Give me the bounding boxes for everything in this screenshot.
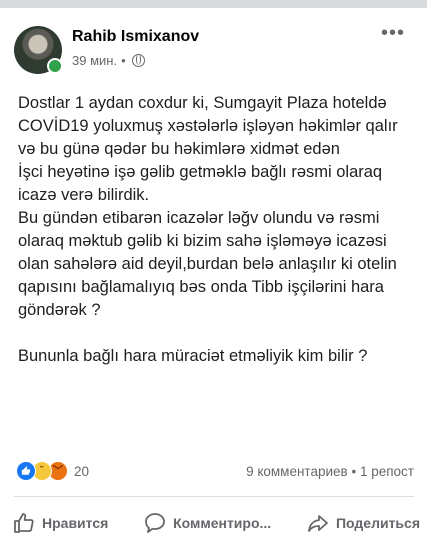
- author-name[interactable]: Rahib Ismixanov: [72, 28, 199, 46]
- like-label: Нравится: [42, 515, 109, 531]
- thumbs-up-icon: [12, 511, 36, 535]
- share-button[interactable]: Поделиться: [306, 511, 420, 535]
- top-strip: [0, 0, 427, 8]
- comment-icon: [143, 511, 167, 535]
- post-paragraph: İşci heyətinə işə gəlib getməklə bağlı r…: [18, 163, 383, 204]
- post-stats: ˘ ﹀ 20 9 комментариев • 1 репост: [16, 460, 414, 482]
- more-options-icon[interactable]: •••: [381, 23, 405, 43]
- comments-count[interactable]: 9 комментариев: [246, 464, 348, 479]
- like-reaction-icon: [16, 461, 36, 481]
- post-header: Rahib Ismixanov 39 мин. • •••: [0, 8, 427, 80]
- post-meta: 39 мин. •: [72, 53, 145, 68]
- like-button[interactable]: Нравится: [12, 511, 108, 535]
- post-paragraph: Bununla bağlı hara müraciət etməliyik ki…: [18, 347, 368, 365]
- online-status-icon: [47, 58, 63, 74]
- post-paragraph: Dostlar 1 aydan coxdur ki, Sumgayit Plaz…: [18, 94, 398, 158]
- reactions-summary[interactable]: ˘ ﹀ 20: [16, 461, 89, 481]
- comment-label: Комментиро...: [173, 515, 272, 531]
- divider: [14, 496, 414, 497]
- post-actions: Нравится Комментиро... Поделиться: [12, 504, 420, 542]
- post-paragraph: Bu gündən etibarən icazələr ləğv olundu …: [18, 209, 397, 319]
- engagement-counts: 9 комментариев • 1 репост: [246, 464, 414, 479]
- avatar[interactable]: [14, 26, 63, 74]
- share-label: Поделиться: [335, 515, 420, 531]
- globe-icon: [131, 54, 145, 67]
- comment-button[interactable]: Комментиро...: [143, 511, 271, 535]
- meta-separator: •: [121, 53, 126, 68]
- share-icon: [306, 511, 330, 535]
- post-body: Dostlar 1 aydan coxdur ki, Sumgayit Plaz…: [18, 92, 413, 368]
- post-time[interactable]: 39 мин.: [72, 53, 117, 68]
- stats-separator: •: [351, 463, 357, 479]
- shares-count[interactable]: 1 репост: [360, 464, 414, 479]
- reaction-count: 20: [74, 463, 90, 479]
